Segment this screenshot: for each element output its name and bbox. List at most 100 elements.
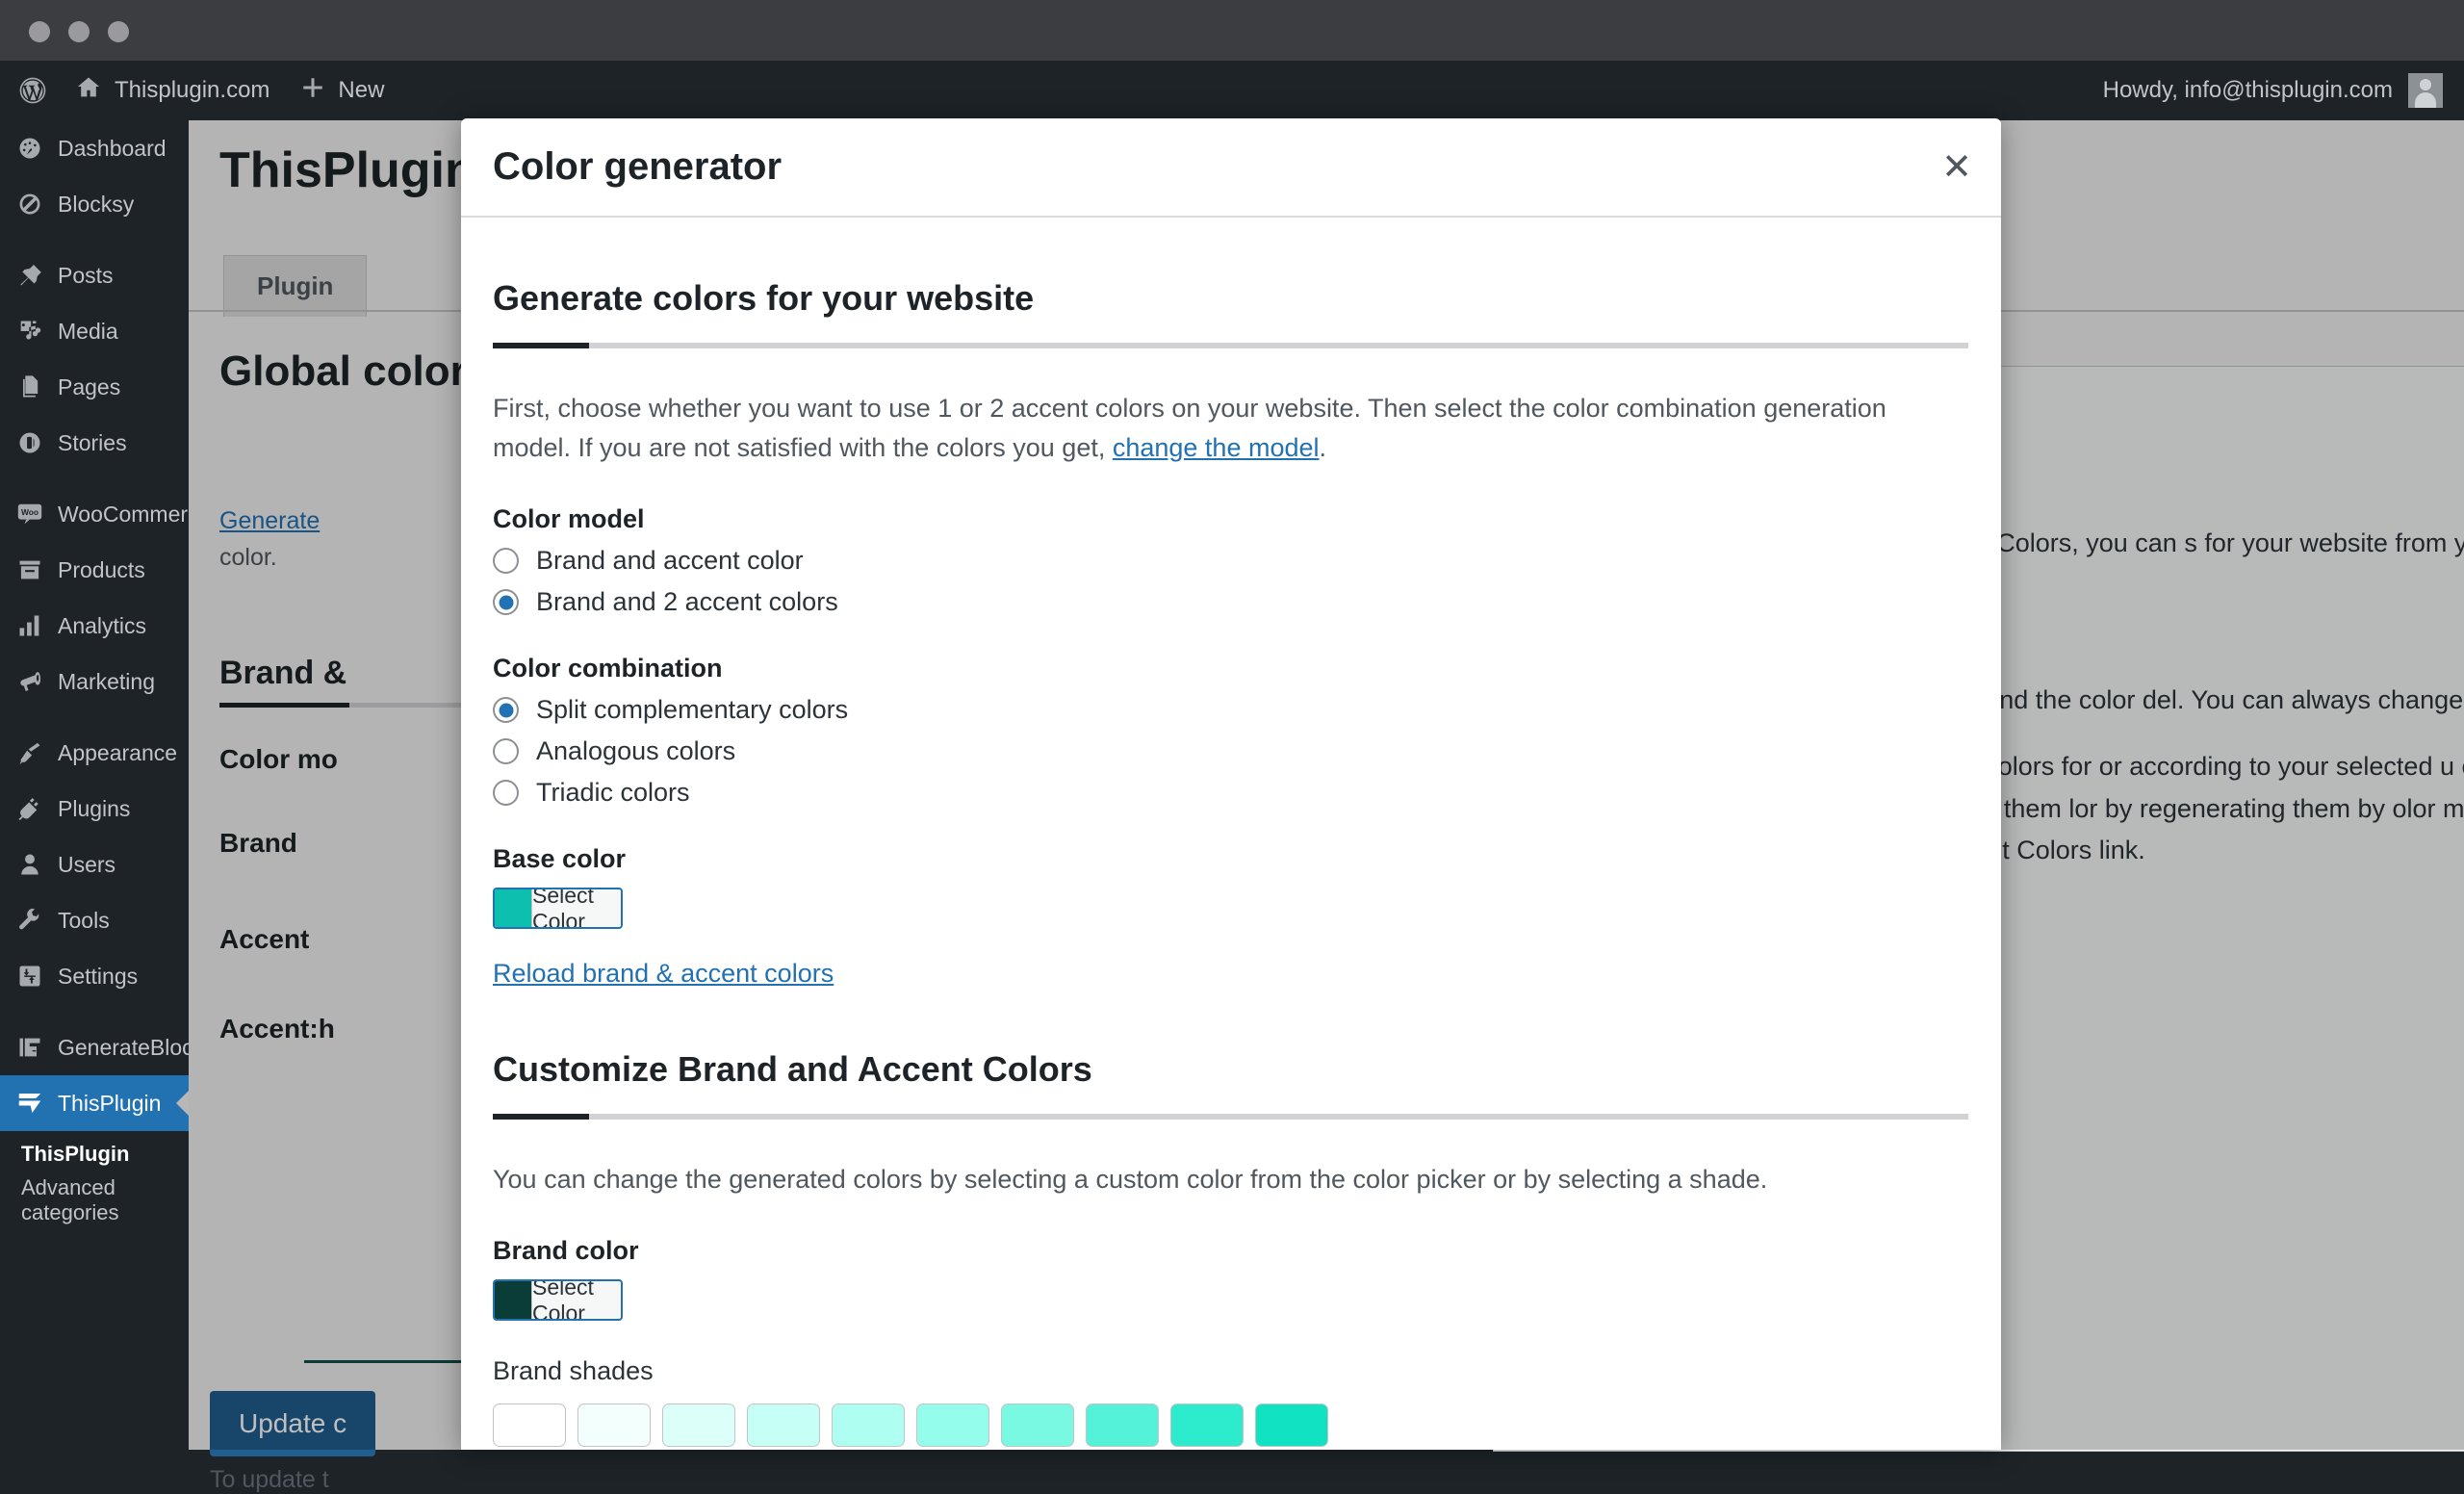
color-combination-option-1[interactable]: Analogous colors [493,736,1969,766]
brand-shade-swatch[interactable] [662,1404,735,1448]
color-model-option-0[interactable]: Brand and accent color [493,546,1969,576]
brand-color-picker-button[interactable]: Select Color [493,1279,623,1322]
tools-icon [15,906,44,935]
brand-color-button-label: Select Color [531,1281,621,1320]
sidebar-submenu-item-thisplugin[interactable]: ThisPlugin [0,1131,189,1177]
new-content-menu[interactable]: New [285,61,399,120]
brand-shade-swatch[interactable] [832,1404,905,1448]
brand-shade-swatch[interactable] [916,1404,989,1448]
site-name-menu[interactable]: Thisplugin.com [60,61,285,120]
admin-sidebar: Dashboard Blocksy Posts Media Pages Stories Wo… [0,120,189,1450]
color-model-radio-group: Brand and accent color Brand and 2 accent… [493,546,1969,617]
sidebar-item-label: ThisPlugin [58,1090,162,1116]
new-label: New [338,77,385,103]
sidebar-item-label: Media [58,318,118,344]
customize-section-description: You can change the generated colors by s… [493,1165,1768,1195]
home-icon [75,74,102,108]
radio-label: Triadic colors [536,778,690,808]
pages-icon [15,373,44,401]
settings-icon [15,962,44,991]
howdy-label: Howdy, info@thisplugin.com [2102,77,2393,103]
thisplugin-icon [15,1089,44,1118]
sidebar-item-blocksy[interactable]: Blocksy [0,176,189,232]
sidebar-item-posts[interactable]: Posts [0,247,189,303]
color-combination-option-2[interactable]: Triadic colors [493,778,1969,808]
brand-shade-swatch[interactable] [1170,1404,1244,1448]
avatar [2408,73,2443,108]
sidebar-item-analytics[interactable]: Analytics [0,598,189,654]
sidebar-submenu-item-advanced-categories[interactable]: Advanced categories [0,1175,189,1224]
sidebar-item-pages[interactable]: Pages [0,359,189,415]
modal-header: Color generator ✕ [461,118,2001,218]
brand-shade-swatch[interactable] [578,1404,651,1448]
my-account-menu[interactable]: Howdy, info@thisplugin.com [2103,73,2464,108]
radio-button[interactable] [493,780,519,807]
stories-icon [15,428,44,457]
radio-button[interactable] [493,589,519,616]
wordpress-logo-icon[interactable] [0,61,60,120]
marketing-icon [15,667,44,696]
sidebar-item-label: Appearance [58,739,178,765]
reload-colors-link[interactable]: Reload brand & accent colors [493,959,834,989]
color-model-option-1[interactable]: Brand and 2 accent colors [493,587,1969,617]
sidebar-item-label: Settings [58,963,139,989]
base-color-picker-button[interactable]: Select Color [493,888,623,930]
change-model-link[interactable]: change the model [1113,433,1320,462]
sidebar-item-label: WooCommerce [58,501,189,527]
users-icon [15,850,44,879]
analytics-icon [15,611,44,640]
woo-icon: Woo [15,500,44,528]
color-generator-modal: Color generator ✕ Generate colors for yo… [461,118,2001,1450]
sidebar-item-appearance[interactable]: Appearance [0,725,189,781]
base-color-label: Base color [493,844,627,874]
window-close-dot[interactable] [29,21,50,42]
update-note: To update t [210,1466,329,1493]
sidebar-item-thisplugin[interactable]: ThisPlugin [0,1075,189,1131]
color-combination-option-0[interactable]: Split complementary colors [493,695,1969,725]
radio-button[interactable] [493,697,519,724]
sidebar-item-dashboard[interactable]: Dashboard [0,120,189,176]
radio-button[interactable] [493,548,519,575]
sidebar-item-media[interactable]: Media [0,303,189,359]
sidebar-item-woocommerce[interactable]: Woo WooCommerce [0,486,189,542]
sidebar-item-label: Products [58,556,145,582]
sidebar-item-label: GenerateBlocks [58,1034,189,1060]
description-part2: . [1319,433,1327,463]
site-name-label: Thisplugin.com [115,77,270,103]
generate-section-rule [493,343,1968,348]
modal-body: Generate colors for your website First, … [461,278,2001,1450]
close-icon[interactable]: ✕ [1941,149,1972,186]
color-combination-radio-group: Split complementary colors Analogous colo… [493,695,1969,808]
generate-section-heading: Generate colors for your website [493,278,1035,318]
sidebar-item-marketing[interactable]: Marketing [0,654,189,709]
sidebar-item-users[interactable]: Users [0,837,189,892]
sidebar-item-label: Dashboard [58,135,167,161]
brand-shade-swatch[interactable] [747,1404,820,1448]
color-combination-label: Color combination [493,654,723,683]
sidebar-item-label: Analytics [58,612,147,638]
brand-shade-swatch[interactable] [1255,1404,1328,1448]
brand-shade-swatch[interactable] [1001,1404,1074,1448]
sidebar-item-products[interactable]: Products [0,542,189,598]
sidebar-item-settings[interactable]: Settings [0,948,189,1004]
window-maximize-dot[interactable] [108,21,129,42]
pin-icon [15,261,44,290]
products-icon [15,555,44,584]
base-color-swatch [495,889,531,928]
sidebar-item-plugins[interactable]: Plugins [0,781,189,837]
sidebar-item-generateblocks[interactable]: GenerateBlocks [0,1019,189,1075]
brand-shade-swatch[interactable] [493,1404,566,1448]
radio-button[interactable] [493,738,519,765]
radio-label: Split complementary colors [536,695,849,725]
dashboard-icon [15,134,44,163]
media-icon [15,317,44,346]
sidebar-item-label: Stories [58,429,127,455]
sidebar-item-tools[interactable]: Tools [0,892,189,948]
plugins-icon [15,794,44,823]
customize-section-rule [493,1114,1968,1120]
customize-section-heading: Customize Brand and Accent Colors [493,1049,1092,1090]
sidebar-item-stories[interactable]: Stories [0,415,189,471]
window-minimize-dot[interactable] [68,21,90,42]
brand-shade-swatch[interactable] [1086,1404,1159,1448]
svg-text:Woo: Woo [21,507,38,517]
